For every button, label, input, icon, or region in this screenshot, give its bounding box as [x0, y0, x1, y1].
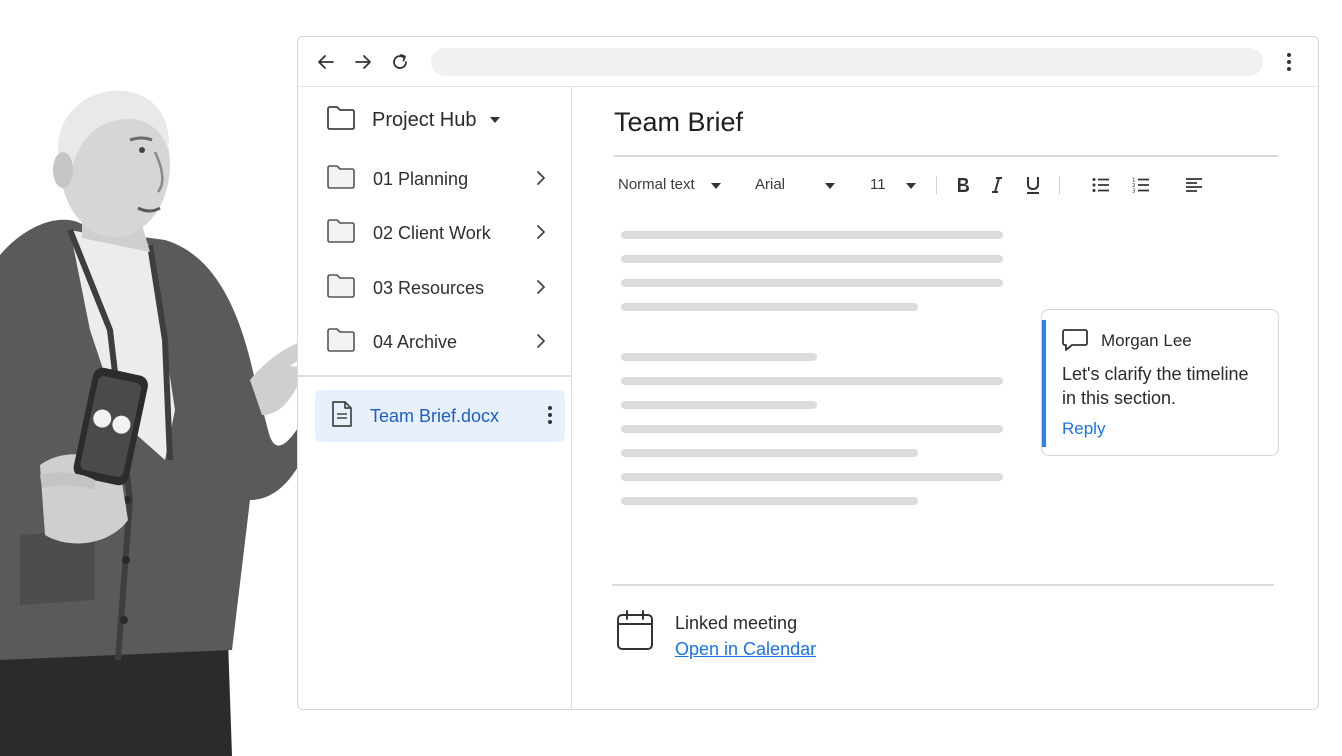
chevron-right-icon: [536, 170, 546, 191]
comment-accent-bar: [1042, 320, 1046, 447]
project-hub-label: Project Hub: [372, 108, 477, 131]
folder-label: 04 Archive: [373, 331, 458, 352]
formatting-toolbar: Normal text Arial 11 1 2 3: [614, 172, 1278, 200]
document-title: Team Brief: [614, 107, 744, 137]
chevron-right-icon: [536, 333, 546, 354]
browser-menu-icon[interactable]: [1278, 51, 1300, 73]
folder-label: 01 Planning: [373, 168, 469, 189]
sidebar-folder-resources[interactable]: 03 Resources: [326, 272, 546, 304]
sidebar-folder-client-work[interactable]: 02 Client Work: [326, 217, 546, 249]
more-options-icon[interactable]: [547, 405, 553, 430]
folder-label: 03 Resources: [373, 277, 485, 298]
text-line-placeholder: [621, 401, 817, 409]
comment-text: Let's clarify the timeline in this secti…: [1062, 364, 1249, 408]
text-line-placeholder: [621, 303, 918, 311]
reply-link[interactable]: Reply: [1062, 419, 1105, 439]
font-size-dropdown[interactable]: 11: [870, 176, 916, 193]
footer-divider: [612, 584, 1274, 586]
browser-window: Project Hub 01 Planning 02 Client Work 0…: [297, 36, 1319, 710]
paragraph-style-value: Normal text: [618, 176, 695, 193]
calendar-icon: [616, 609, 654, 656]
text-line-placeholder: [621, 377, 1003, 385]
comment-author: Morgan Lee: [1101, 331, 1192, 350]
text-line-placeholder: [621, 473, 1003, 481]
text-line-placeholder: [621, 497, 918, 505]
toolbar-separator: [1059, 176, 1060, 194]
chevron-right-icon: [536, 224, 546, 245]
address-bar[interactable]: [431, 48, 1263, 76]
forward-icon[interactable]: [352, 51, 374, 73]
project-hub-dropdown[interactable]: Project Hub: [326, 105, 501, 135]
title-divider: [614, 155, 1278, 157]
align-left-icon[interactable]: [1183, 174, 1205, 196]
caret-down-icon: [825, 176, 836, 193]
reload-icon[interactable]: [389, 51, 411, 73]
comment-card: Morgan Lee Let's clarify the timeline in…: [1041, 309, 1279, 456]
text-line-placeholder: [621, 449, 918, 457]
sidebar: Project Hub 01 Planning 02 Client Work 0…: [298, 87, 572, 709]
linked-meeting-label: Linked meeting: [675, 613, 798, 633]
bold-icon[interactable]: [952, 174, 974, 196]
folder-icon: [326, 164, 356, 195]
person-illustration: [0, 90, 340, 756]
folder-icon: [326, 218, 356, 249]
open-in-calendar-link[interactable]: Open in Calendar: [675, 639, 816, 660]
svg-text:3: 3: [1132, 189, 1136, 195]
font-family-value: Arial: [755, 176, 786, 193]
chevron-right-icon: [536, 279, 546, 300]
underline-icon[interactable]: [1022, 174, 1044, 196]
text-line-placeholder: [621, 425, 1003, 433]
text-line-placeholder: [621, 255, 1003, 263]
folder-label: 02 Client Work: [373, 222, 491, 243]
font-family-dropdown[interactable]: Arial: [755, 176, 836, 193]
sidebar-file-team-brief[interactable]: Team Brief.docx: [315, 390, 565, 442]
sidebar-divider: [298, 375, 572, 377]
caret-down-icon: [710, 176, 721, 193]
sidebar-folder-archive[interactable]: 04 Archive: [326, 326, 546, 358]
text-line-placeholder: [621, 231, 1003, 239]
caret-down-icon: [905, 176, 916, 193]
folder-icon: [326, 105, 356, 136]
text-line-placeholder: [621, 279, 1003, 287]
comment-icon: [1062, 328, 1088, 357]
caret-down-icon: [489, 111, 501, 129]
document-icon: [331, 400, 353, 433]
folder-icon: [326, 273, 356, 304]
text-line-placeholder: [621, 353, 817, 361]
folder-icon: [326, 327, 356, 358]
file-label: Team Brief.docx: [370, 405, 500, 426]
bulleted-list-icon[interactable]: [1090, 174, 1112, 196]
browser-toolbar: [298, 37, 1318, 87]
toolbar-separator: [936, 176, 937, 194]
italic-icon[interactable]: [986, 174, 1008, 196]
sidebar-folder-planning[interactable]: 01 Planning: [326, 163, 546, 195]
paragraph-style-dropdown[interactable]: Normal text: [618, 176, 721, 193]
numbered-list-icon[interactable]: 123: [1130, 174, 1152, 196]
font-size-value: 11: [870, 176, 886, 193]
back-icon[interactable]: [315, 51, 337, 73]
